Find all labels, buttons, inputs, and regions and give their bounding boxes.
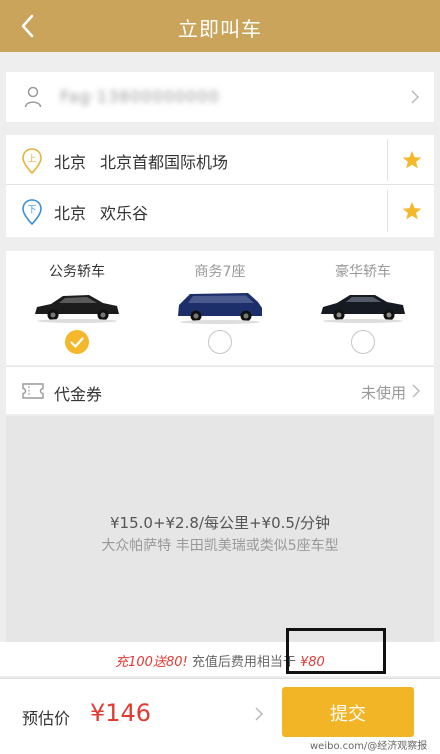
pricing-info: ¥15.0+¥2.8/每公里+¥0.5/分钟 大众帕萨特 丰田凯美瑞或类似5座车… [6,416,434,642]
page-title: 立即叫车 [178,17,262,41]
price-rule: ¥15.0+¥2.8/每公里+¥0.5/分钟 [110,514,330,532]
end-pin-icon: 下 [22,199,42,226]
end-location-row[interactable]: 下 北京 欢乐谷 [6,186,434,236]
end-city: 北京 [54,204,87,223]
car-option-business-sedan[interactable]: 公务轿车 [6,251,148,365]
coupon-status: 未使用 [360,384,406,402]
van-car-icon [174,286,266,326]
car-models: 大众帕萨特 丰田凯美瑞或类似5座车型 [101,538,339,554]
car-option-label: 豪华轿车 [335,264,391,280]
divider [387,139,388,181]
end-place: 欢乐谷 [100,204,149,223]
route-card: 上 北京 北京首都国际机场 下 北京 欢乐谷 [6,135,434,237]
bottom-bar: 预估价 ¥146 提交 weibo.com/@经济观察报 [0,678,440,754]
promo-banner[interactable]: 充100送80! 充值后费用相当于 ¥80 [0,628,440,676]
person-icon [24,86,42,108]
coupon-label: 代金券 [54,385,103,404]
favorite-star-icon[interactable] [401,149,423,171]
start-place: 北京首都国际机场 [100,153,229,172]
submit-label: 提交 [330,704,366,724]
car-option-label: 商务7座 [194,264,246,280]
car-option-luxury-sedan[interactable]: 豪华轿车 [292,251,434,365]
promo-highlight: 充100送80! [115,655,188,670]
chevron-right-icon [410,89,420,105]
estimate-price: ¥146 [90,699,152,727]
favorite-star-icon[interactable] [401,200,423,222]
car-option-label: 公务轿车 [49,264,105,280]
passenger-name: Fag·13800000000 [60,87,220,106]
start-pin-icon: 上 [22,148,42,175]
top-bar: 立即叫车 [0,0,440,52]
estimate-label: 预估价 [22,709,71,728]
luxury-car-icon [317,286,409,326]
passenger-row[interactable]: Fag·13800000000 [6,72,434,122]
car-type-selector: 公务轿车 商务7座 豪华轿车 [6,251,434,365]
car-option-radio[interactable] [208,330,232,354]
car-option-radio[interactable] [351,330,375,354]
watermark: weibo.com/@经济观察报 [310,741,428,752]
chevron-right-icon [411,383,421,399]
ticket-icon [22,382,44,400]
sedan-car-icon [31,286,123,326]
divider [387,190,388,232]
car-option-radio[interactable] [65,330,89,354]
coupon-row[interactable]: 代金券 未使用 [6,366,434,414]
promo-text: 充值后费用相当于 [191,655,296,670]
highlight-box [286,628,386,674]
svg-text:下: 下 [27,206,36,216]
chevron-right-icon[interactable] [254,706,264,722]
svg-text:上: 上 [27,154,36,165]
car-option-business-7-seat[interactable]: 商务7座 [149,251,291,365]
start-location-row[interactable]: 上 北京 北京首都国际机场 [6,135,434,185]
submit-button[interactable]: 提交 [282,687,414,737]
start-city: 北京 [54,153,87,172]
